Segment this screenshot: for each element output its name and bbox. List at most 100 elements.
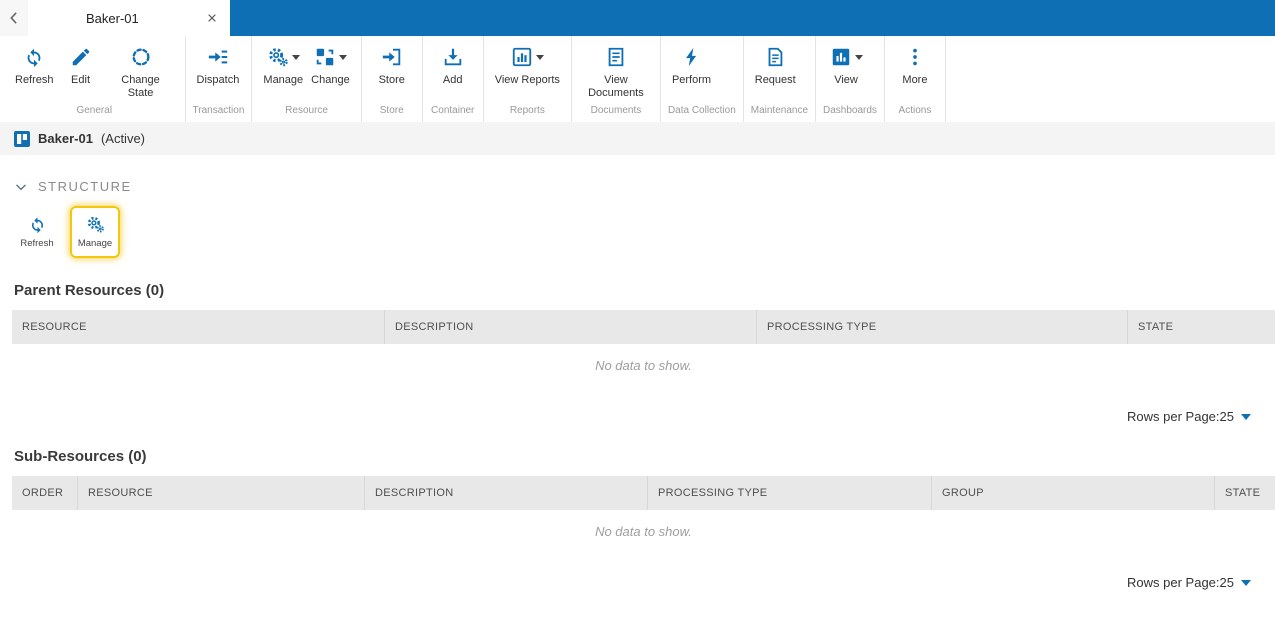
- manage-button[interactable]: Manage: [259, 41, 307, 89]
- change-state-button[interactable]: Change State: [104, 41, 178, 101]
- store-icon: [382, 48, 400, 66]
- structure-refresh-label: Refresh: [20, 238, 54, 249]
- toolbar-group-label-documents: Documents: [590, 105, 642, 116]
- column-header-state[interactable]: STATE: [1128, 310, 1275, 344]
- manage-icon: [87, 216, 104, 233]
- structure-refresh-button[interactable]: Refresh: [12, 206, 62, 258]
- view-icon: [832, 48, 849, 66]
- add-icon: [444, 48, 461, 66]
- perform-button-label: Perform: [671, 74, 712, 86]
- toolbar-group-label-store: Store: [379, 105, 404, 116]
- sub-rows-per-page-control[interactable]: Rows per Page:25: [12, 575, 1251, 590]
- column-header-resource[interactable]: RESOURCE: [12, 310, 385, 344]
- more-icon: [913, 48, 917, 66]
- perform-button[interactable]: Perform: [668, 41, 715, 89]
- structure-section-header[interactable]: STRUCTURE: [14, 179, 1275, 194]
- change-state-icon: [132, 48, 150, 66]
- dispatch-icon: [208, 50, 228, 64]
- structure-manage-button[interactable]: Manage: [70, 206, 120, 258]
- parent-resources-table: RESOURCE DESCRIPTION PROCESSING TYPE STA…: [12, 310, 1275, 424]
- column-header-processing-type[interactable]: PROCESSING TYPE: [648, 476, 932, 510]
- toolbar-group-resource: Manage Change Resource: [252, 36, 362, 122]
- toolbar-group-container: Add Container: [423, 36, 484, 122]
- toolbar-group-label-general: General: [76, 105, 113, 116]
- view-documents-button[interactable]: View Documents: [579, 41, 653, 101]
- structure-section-label: STRUCTURE: [38, 179, 132, 194]
- add-button-label: Add: [442, 74, 463, 86]
- resource-title-bar: Baker-01 (Active): [0, 122, 1275, 155]
- column-header-order[interactable]: ORDER: [12, 476, 78, 510]
- more-button-label: More: [902, 74, 928, 86]
- manage-icon: [268, 48, 288, 67]
- change-icon: [316, 48, 334, 66]
- store-button-label: Store: [378, 74, 405, 86]
- structure-manage-label: Manage: [77, 238, 113, 249]
- refresh-button[interactable]: Refresh: [11, 41, 58, 89]
- more-button[interactable]: More: [892, 41, 938, 89]
- chevron-down-icon: [854, 54, 863, 60]
- sub-resources-table: ORDER RESOURCE DESCRIPTION PROCESSING TY…: [12, 476, 1275, 590]
- parent-rows-per-page-control[interactable]: Rows per Page:25: [12, 409, 1251, 424]
- tab-baker-01[interactable]: Baker-01: [28, 0, 230, 36]
- toolbar-group-data-collection: Perform Data Collection: [661, 36, 744, 122]
- toolbar-group-label-maintenance: Maintenance: [750, 105, 809, 116]
- tab-title: Baker-01: [86, 10, 139, 26]
- toolbar-group-maintenance: Request Maintenance: [744, 36, 817, 122]
- chevron-down-icon: [1241, 413, 1251, 420]
- request-button-label: Request: [754, 74, 796, 86]
- column-header-description[interactable]: DESCRIPTION: [385, 310, 757, 344]
- view-reports-icon: [512, 47, 531, 67]
- chevron-down-icon: [291, 54, 300, 60]
- toolbar-group-transaction: Dispatch Transaction: [186, 36, 253, 122]
- view-reports-button-label: View Reports: [494, 74, 560, 86]
- refresh-button-label: Refresh: [15, 74, 54, 86]
- change-button-label: Change: [311, 74, 350, 86]
- toolbar-group-label-transaction: Transaction: [192, 105, 245, 116]
- parent-resources-empty-message: No data to show.: [595, 358, 692, 373]
- back-button[interactable]: [0, 0, 28, 36]
- toolbar-group-label-data-collection: Data Collection: [667, 105, 736, 116]
- change-button[interactable]: Change: [307, 41, 354, 89]
- sub-resources-header-row: ORDER RESOURCE DESCRIPTION PROCESSING TY…: [12, 476, 1275, 510]
- toolbar-group-store: Store Store: [362, 36, 423, 122]
- topbar-fill: [230, 0, 1275, 36]
- edit-button-label: Edit: [71, 74, 91, 86]
- resource-icon: [14, 130, 30, 147]
- refresh-icon: [31, 217, 43, 234]
- close-icon[interactable]: [206, 12, 218, 24]
- structure-actions-row: Refresh Manage: [12, 206, 1275, 258]
- parent-resources-title: Parent Resources (0): [14, 282, 165, 299]
- dispatch-button[interactable]: Dispatch: [193, 41, 244, 89]
- refresh-icon: [27, 48, 41, 68]
- dispatch-button-label: Dispatch: [196, 74, 240, 86]
- view-button-label: View: [834, 74, 858, 86]
- sub-resources-empty-message: No data to show.: [595, 524, 692, 539]
- view-documents-button-label: View Documents: [588, 74, 644, 99]
- toolbar-group-label-resource: Resource: [285, 105, 328, 116]
- store-button[interactable]: Store: [369, 41, 415, 89]
- chevron-down-icon: [16, 184, 26, 190]
- perform-icon: [685, 47, 696, 67]
- request-button[interactable]: Request: [751, 41, 800, 89]
- add-button[interactable]: Add: [430, 41, 476, 89]
- rows-per-page-value: 25: [1219, 409, 1234, 424]
- toolbar-group-reports: View Reports Reports: [484, 36, 572, 122]
- sub-resources-title: Sub-Resources (0): [14, 448, 147, 465]
- toolbar-group-dashboards: View Dashboards: [816, 36, 885, 122]
- chevron-down-icon: [338, 54, 347, 60]
- column-header-processing-type[interactable]: PROCESSING TYPE: [757, 310, 1128, 344]
- column-header-state[interactable]: STATE: [1215, 476, 1275, 510]
- column-header-description[interactable]: DESCRIPTION: [365, 476, 648, 510]
- change-state-button-label: Change State: [121, 74, 160, 99]
- column-header-group[interactable]: GROUP: [932, 476, 1215, 510]
- rows-per-page-label: Rows per Page:25: [1127, 575, 1234, 590]
- top-bar: Baker-01: [0, 0, 1275, 36]
- rows-per-page-value: 25: [1219, 575, 1234, 590]
- toolbar-group-label-container: Container: [431, 105, 475, 116]
- column-header-resource[interactable]: RESOURCE: [78, 476, 365, 510]
- view-button[interactable]: View: [823, 41, 869, 89]
- toolbar-group-label-dashboards: Dashboards: [823, 105, 877, 116]
- view-reports-button[interactable]: View Reports: [491, 41, 564, 89]
- edit-button[interactable]: Edit: [58, 41, 104, 89]
- rows-per-page-label: Rows per Page:25: [1127, 409, 1234, 424]
